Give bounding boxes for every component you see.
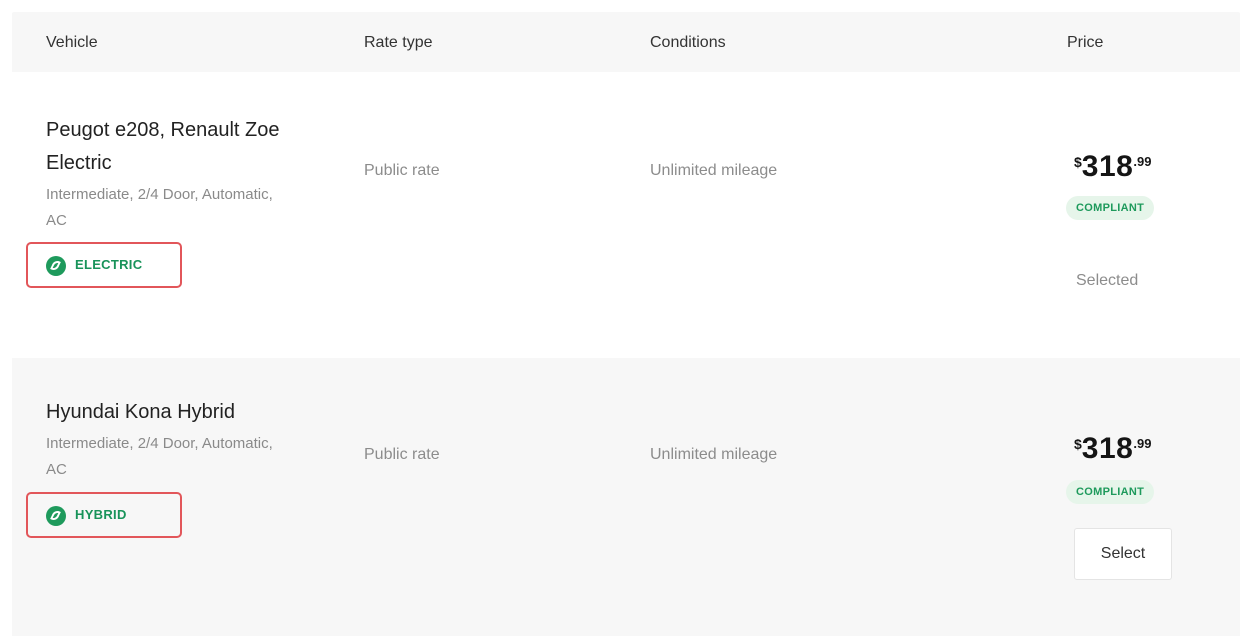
- leaf-icon: [46, 506, 66, 526]
- vehicle-rates-table: Vehicle Rate type Conditions Price Peugo…: [12, 12, 1240, 636]
- price-value: $318.99: [1074, 432, 1151, 466]
- price-cents: .99: [1133, 436, 1152, 451]
- price-value: $318.99: [1074, 150, 1151, 184]
- price-whole: 318: [1081, 432, 1134, 465]
- leaf-icon: [46, 256, 66, 276]
- conditions-value: Unlimited mileage: [650, 446, 778, 463]
- selected-status: Selected: [1076, 272, 1139, 289]
- select-button[interactable]: Select: [1074, 528, 1172, 580]
- badge-label: HYBRID: [75, 507, 127, 522]
- price-cell: $318.99 COMPLIANT Selected: [1056, 72, 1216, 358]
- price-cell: $318.99 COMPLIANT Select: [1056, 358, 1216, 636]
- header-price: Price: [1067, 34, 1104, 51]
- vehicle-description: Intermediate, 2/4 Door, Automatic, AC: [46, 435, 273, 478]
- header-rate-type: Rate type: [364, 34, 433, 51]
- vehicle-cell: Peugot e208, Renault Zoe Electric Interm…: [46, 114, 286, 234]
- conditions-value: Unlimited mileage: [650, 162, 778, 179]
- vehicle-description: Intermediate, 2/4 Door, Automatic, AC: [46, 186, 273, 229]
- rate-type-value: Public rate: [364, 162, 440, 179]
- table-header: Vehicle Rate type Conditions Price: [12, 12, 1240, 72]
- badge-label: ELECTRIC: [75, 257, 143, 272]
- compliance-badge: COMPLIANT: [1066, 196, 1155, 220]
- fuel-type-badge: HYBRID: [26, 492, 182, 538]
- header-conditions: Conditions: [650, 34, 726, 51]
- table-row: Hyundai Kona Hybrid Intermediate, 2/4 Do…: [12, 358, 1240, 636]
- table-row: Peugot e208, Renault Zoe Electric Interm…: [12, 72, 1240, 358]
- currency-symbol: $: [1074, 436, 1082, 452]
- rate-type-value: Public rate: [364, 446, 440, 463]
- price-whole: 318: [1081, 150, 1134, 183]
- compliance-badge: COMPLIANT: [1066, 480, 1155, 504]
- currency-symbol: $: [1074, 154, 1082, 170]
- vehicle-name: Hyundai Kona Hybrid: [46, 401, 235, 423]
- header-vehicle: Vehicle: [46, 34, 98, 51]
- vehicle-cell: Hyundai Kona Hybrid Intermediate, 2/4 Do…: [46, 396, 286, 483]
- vehicle-name: Peugot e208, Renault Zoe Electric: [46, 119, 280, 174]
- fuel-type-badge: ELECTRIC: [26, 242, 182, 288]
- price-cents: .99: [1133, 154, 1152, 169]
